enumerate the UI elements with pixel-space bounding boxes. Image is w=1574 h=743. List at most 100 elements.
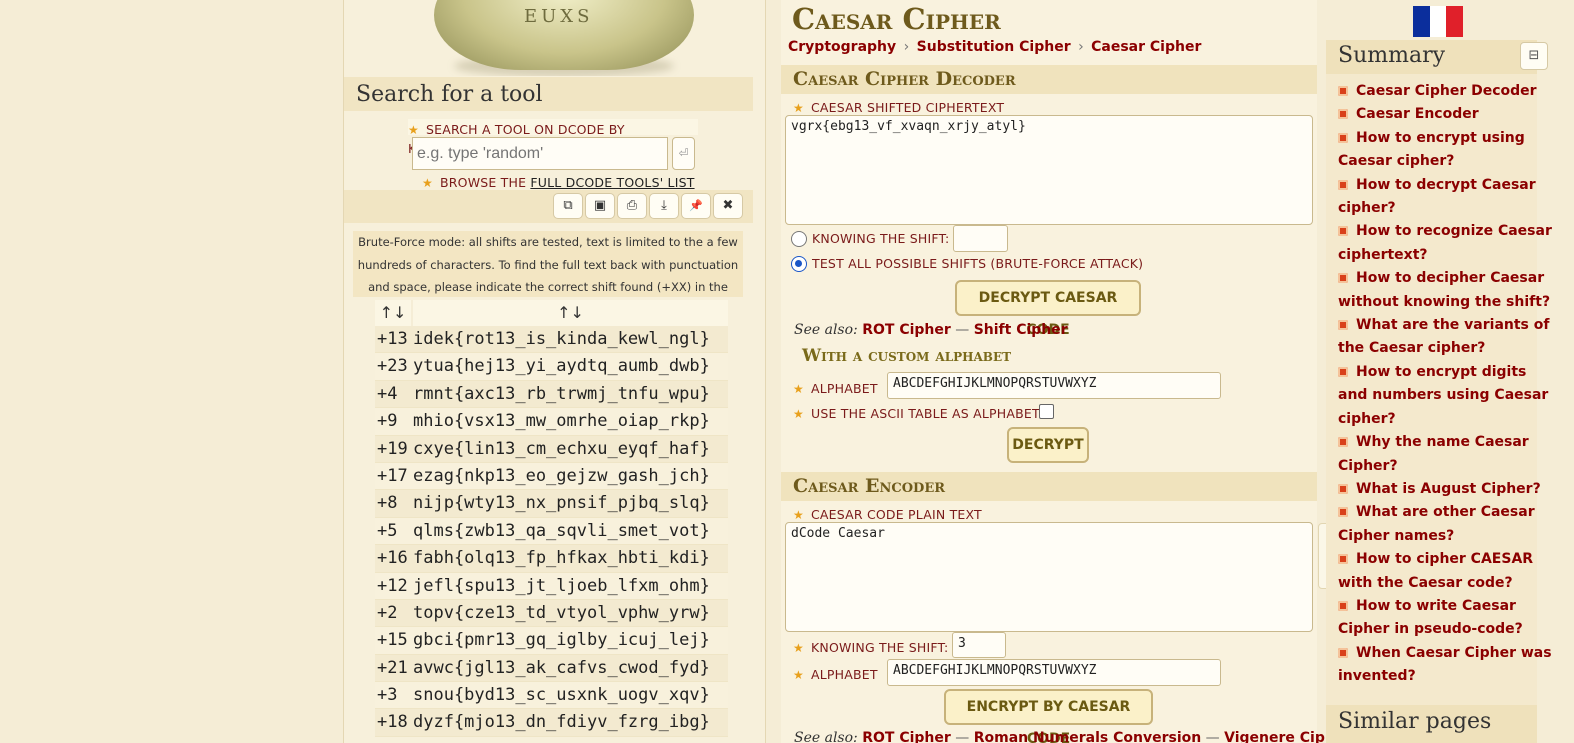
summary-heading: Summary — [1326, 40, 1537, 74]
bullet-icon — [1338, 600, 1348, 611]
summary-link[interactable]: When Caesar Cipher was invented? — [1326, 642, 1554, 689]
collapse-icon[interactable]: ⊟ — [1520, 42, 1548, 70]
decoder-shift-input[interactable] — [953, 225, 1008, 252]
summary-list: Caesar Cipher Decoder Caesar Encoder How t… — [1326, 80, 1554, 689]
table-row: +19 cxye{lin13_cm_echxu_eyqf_haf} — [375, 435, 728, 463]
summary-link[interactable]: How to cipher CAESAR with the Caesar cod… — [1326, 548, 1554, 595]
summary-link-label: How to write Caesar Cipher in pseudo-cod… — [1338, 597, 1523, 638]
encoder-shift-row: ★ KNOWING THE SHIFT: — [793, 637, 948, 656]
sort-shift-icon[interactable]: ↑↓ — [375, 300, 411, 326]
see-also-roman-numerals[interactable]: Roman Numerals Conversion — [974, 730, 1202, 743]
summary-link-label: Caesar Encoder — [1356, 106, 1479, 123]
summary-link[interactable]: How to encrypt using Caesar cipher? — [1326, 127, 1554, 174]
see-also-rot-cipher[interactable]: ROT Cipher — [862, 730, 951, 743]
breadcrumb-cryptography[interactable]: Cryptography — [788, 39, 896, 55]
decrypt-caesar-button[interactable]: DECRYPT CAESAR CODE — [955, 280, 1141, 338]
see-also-rot-cipher[interactable]: ROT Cipher — [862, 322, 951, 338]
bruteforce-results-table: ↑↓ ↑↓ +13 idek{rot13_is_kinda_kewl_ngl} +2… — [375, 300, 728, 737]
shift-cell: +2 — [377, 602, 398, 623]
download-icon[interactable]: ⤓ — [649, 193, 679, 219]
summary-link[interactable]: Why the name Caesar Cipher? — [1326, 431, 1554, 478]
decoder-see-also: See also: ROT Cipher — Shift Cipher — [794, 322, 1068, 338]
summary-link[interactable]: How to write Caesar Cipher in pseudo-cod… — [1326, 595, 1554, 642]
table-row: +9 mhio{vsx13_mw_omrhe_oiap_rkp} — [375, 408, 728, 436]
similar-pages-heading: Similar pages — [1326, 705, 1537, 743]
close-icon[interactable]: ✖ — [713, 193, 743, 219]
table-row: +18 dyzf{mjo13_dn_fdiyv_fzrg_ibg} — [375, 709, 728, 737]
bullet-icon — [1338, 273, 1348, 284]
breadcrumb-substitution-cipher[interactable]: Substitution Cipher — [917, 39, 1071, 55]
summary-link[interactable]: Caesar Cipher Decoder — [1326, 80, 1554, 103]
main-content: Caesar Cipher Cryptography › Substitutio… — [781, 0, 1351, 743]
bruteforce-radio[interactable] — [791, 256, 807, 272]
decoder-alphabet-input[interactable]: ABCDEFGHIJKLMNOPQRSTUVWXYZ — [887, 372, 1221, 399]
summary-title: Summary — [1338, 43, 1446, 68]
summary-link[interactable]: What are other Caesar Cipher names? — [1326, 501, 1554, 548]
bullet-icon — [1338, 132, 1348, 143]
bullet-icon — [1338, 507, 1348, 518]
knowing-shift-label: KNOWING THE SHIFT: — [812, 231, 950, 246]
print-icon[interactable]: ⎙ — [617, 193, 647, 219]
decoded-text-cell: fabh{olq13_fp_hfkax_hbti_kdi} — [413, 548, 710, 569]
french-flag-icon[interactable] — [1413, 6, 1464, 37]
plaintext-input[interactable]: dCode Caesar — [785, 522, 1313, 632]
summary-link-label: What are other Caesar Cipher names? — [1338, 504, 1535, 544]
decoded-text-cell: rmnt{axc13_rb_trwmj_tnfu_wpu} — [413, 383, 710, 404]
see-also-separator: — — [1205, 730, 1220, 743]
summary-link[interactable]: How to recognize Caesar ciphertext? — [1326, 220, 1554, 267]
search-submit-button[interactable]: ⏎ — [672, 137, 695, 170]
star-icon: ★ — [793, 407, 804, 421]
ascii-checkbox[interactable] — [1039, 404, 1054, 419]
decrypt-button[interactable]: DECRYPT — [1007, 427, 1089, 463]
star-icon: ★ — [793, 382, 804, 396]
shift-cell: +13 — [377, 329, 408, 349]
summary-link[interactable]: How to decipher Caesar without knowing t… — [1326, 267, 1554, 314]
decoded-text-cell: nijp{wty13_nx_pnsif_pjbq_slq} — [413, 493, 710, 514]
decoded-text-cell: avwc{jgl13_ak_cafvs_cwod_fyd} — [413, 657, 710, 678]
shift-cell: +12 — [377, 575, 408, 596]
encrypt-caesar-button[interactable]: ENCRYPT BY CAESAR CODE — [944, 689, 1153, 743]
shift-cell: +15 — [377, 630, 408, 651]
search-tool-heading: Search for a tool — [344, 77, 753, 111]
bullet-icon — [1338, 554, 1348, 565]
dcode-logo[interactable]: EUXS — [414, 0, 714, 76]
browse-row: ★ BROWSE THE FULL DCODE TOOLS' LIST — [422, 172, 695, 190]
full-tools-list-link[interactable]: FULL DCODE TOOLS' LIST — [530, 175, 694, 190]
breadcrumb: Cryptography › Substitution Cipher › Cae… — [788, 39, 1201, 55]
star-icon: ★ — [793, 641, 804, 655]
shift-cell: +18 — [377, 712, 408, 733]
shift-cell: +19 — [377, 438, 408, 459]
see-also-label: See also: — [794, 322, 858, 338]
summary-link[interactable]: Caesar Encoder — [1326, 103, 1554, 126]
encoder-shift-input[interactable]: 3 — [952, 632, 1006, 658]
summary-link[interactable]: How to encrypt digits and numbers using … — [1326, 361, 1554, 431]
logo-lettering: EUXS — [524, 6, 594, 27]
encoder-alphabet-row: ★ ALPHABET — [793, 664, 878, 683]
star-icon: ★ — [408, 123, 419, 137]
shift-cell: +5 — [377, 520, 398, 541]
copy-icon[interactable]: ⧉ — [553, 193, 583, 219]
summary-link-label: How to recognize Caesar ciphertext? — [1338, 223, 1552, 263]
shift-cell: +16 — [377, 548, 408, 569]
pin-icon[interactable]: 📌 — [681, 193, 711, 219]
summary-link[interactable]: What is August Cipher? — [1326, 478, 1554, 501]
bullet-icon — [1338, 226, 1348, 237]
plaintext-label: CAESAR CODE PLAIN TEXT — [811, 507, 982, 522]
screenshot-icon[interactable]: ▣ — [585, 193, 615, 219]
encoder-alphabet-input[interactable]: ABCDEFGHIJKLMNOPQRSTUVWXYZ — [887, 659, 1221, 686]
bullet-icon — [1338, 179, 1348, 190]
page-title: Caesar Cipher — [792, 2, 1001, 36]
summary-link[interactable]: What are the variants of the Caesar ciph… — [1326, 314, 1554, 361]
see-also-separator: — — [955, 730, 970, 743]
summary-link[interactable]: How to decrypt Caesar cipher? — [1326, 174, 1554, 221]
table-row: +12 jefl{spu13_jt_ljoeb_lfxm_ohm} — [375, 572, 728, 600]
search-input[interactable] — [412, 137, 668, 170]
see-also-shift-cipher[interactable]: Shift Cipher — [974, 322, 1068, 338]
bullet-icon — [1338, 366, 1348, 377]
sort-text-icon[interactable]: ↑↓ — [411, 300, 728, 326]
summary-link-label: When Caesar Cipher was invented? — [1338, 644, 1552, 685]
breadcrumb-caesar-cipher[interactable]: Caesar Cipher — [1091, 39, 1201, 55]
knowing-shift-radio[interactable] — [791, 231, 807, 247]
ciphertext-input[interactable]: vgrx{ebg13_vf_xvaqn_xrjy_atyl} — [785, 115, 1313, 225]
see-also-label: See also: — [794, 730, 858, 743]
